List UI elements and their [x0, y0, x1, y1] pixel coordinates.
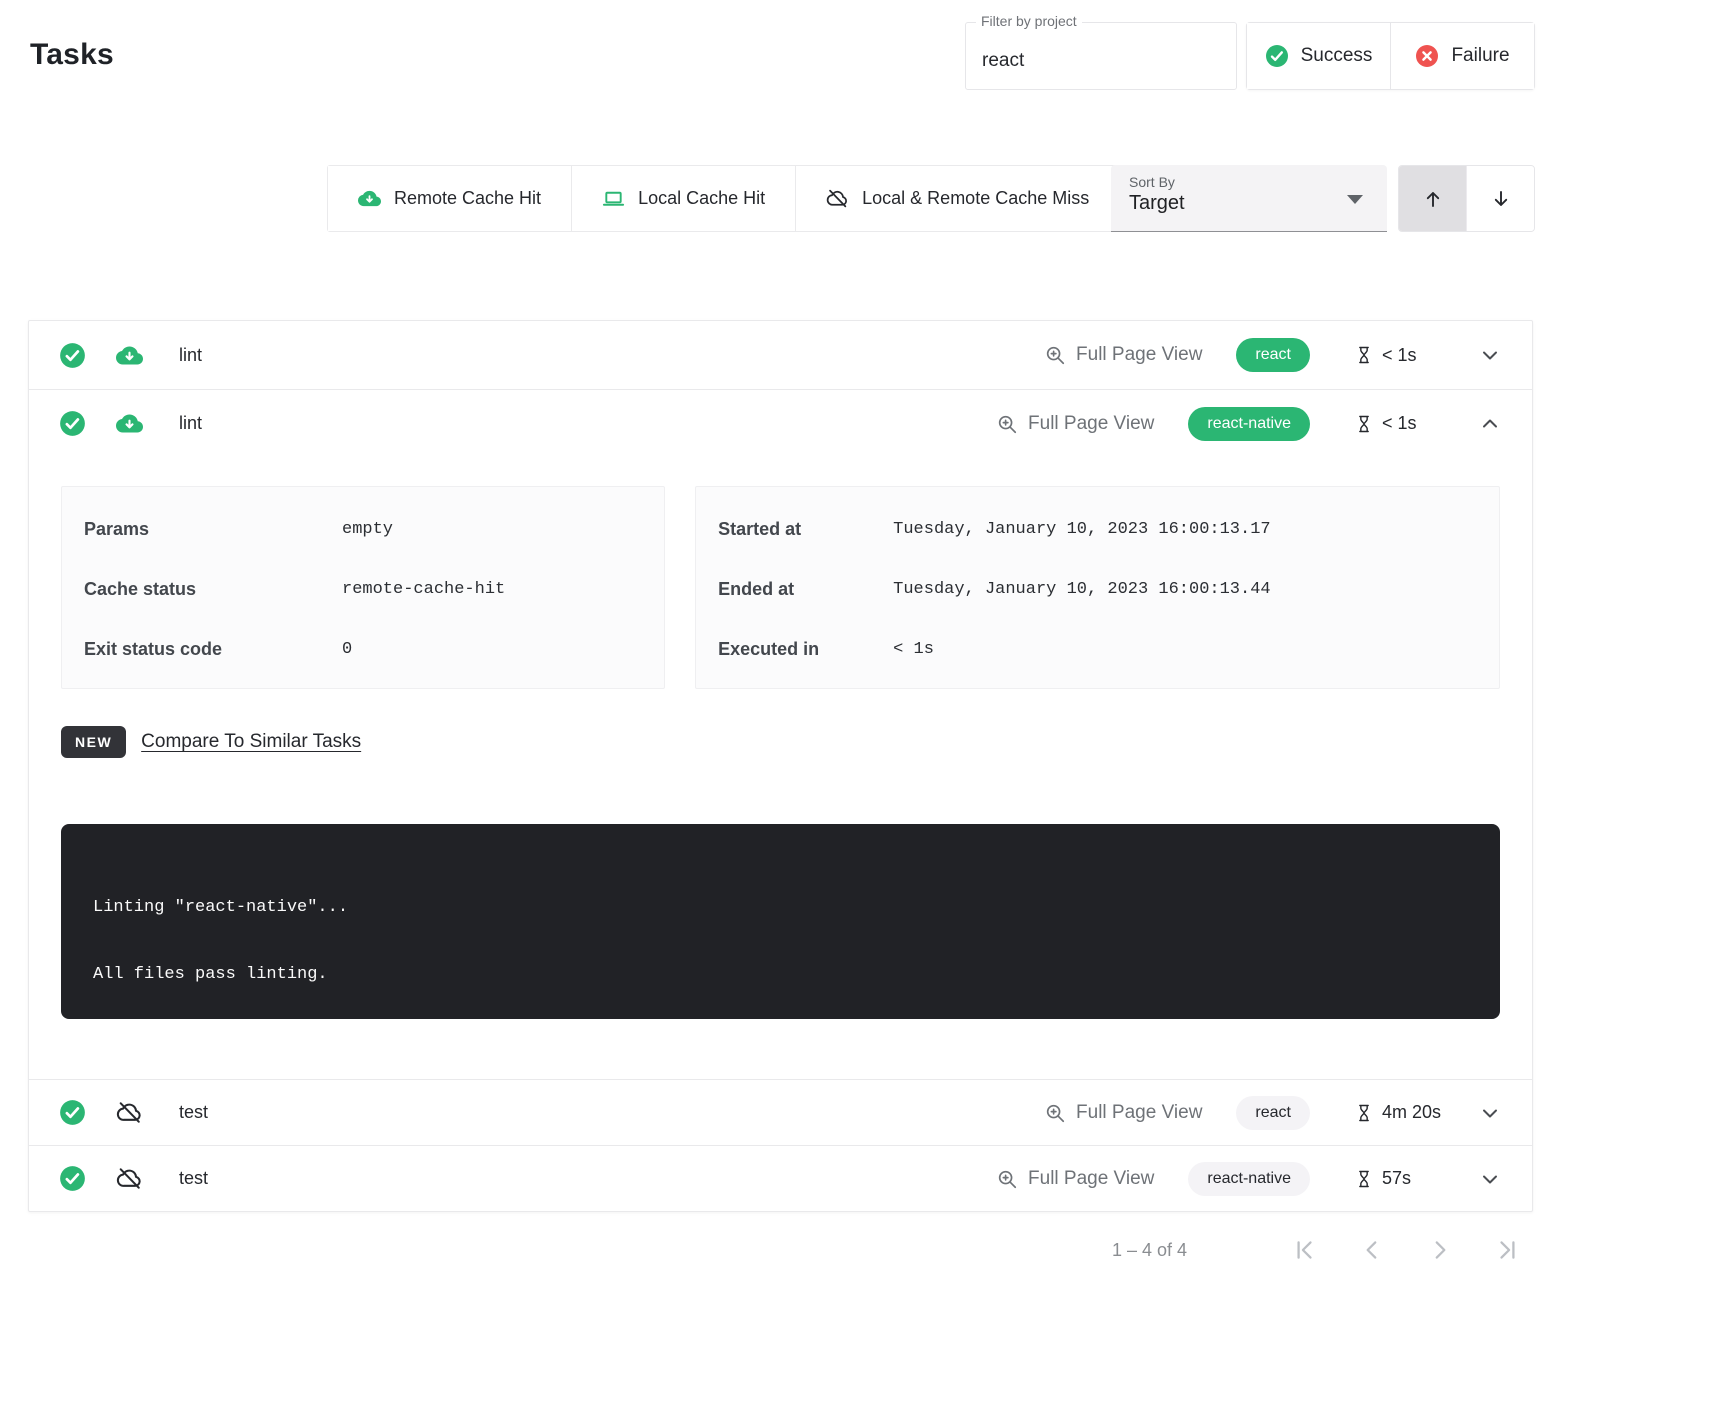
started-at-label: Started at	[718, 519, 893, 540]
local-cache-hit-label: Local Cache Hit	[638, 188, 765, 209]
failure-filter-label: Failure	[1451, 45, 1509, 67]
check-circle-icon	[59, 410, 86, 437]
full-page-view-link[interactable]: Full Page View	[996, 413, 1154, 435]
zoom-in-icon	[1044, 1102, 1066, 1124]
terminal-output: Linting "react-native"... All files pass…	[61, 824, 1500, 1019]
params-value: empty	[342, 520, 393, 539]
task-timing-panel: Started at Tuesday, January 10, 2023 16:…	[695, 486, 1500, 689]
success-filter-button[interactable]: Success	[1247, 23, 1390, 89]
cloud-slash-icon	[826, 187, 849, 210]
check-circle-icon	[59, 342, 86, 369]
compare-to-similar-tasks-link[interactable]: Compare To Similar Tasks	[141, 731, 361, 753]
task-row-lint-react-native[interactable]: lint Full Page View react-native < 1s	[29, 389, 1532, 457]
project-filter-input[interactable]	[966, 23, 1236, 89]
task-name: lint	[179, 413, 202, 434]
cloud-download-icon	[116, 410, 143, 437]
task-duration: 57s	[1354, 1168, 1464, 1189]
exit-status-code-label: Exit status code	[84, 639, 342, 660]
cache-status-label: Cache status	[84, 579, 342, 600]
laptop-icon	[602, 187, 625, 210]
prev-page-icon[interactable]	[1359, 1237, 1385, 1263]
check-circle-icon	[1265, 44, 1289, 68]
task-row-test-react[interactable]: test Full Page View react 4m 20s	[29, 1079, 1532, 1145]
arrow-down-icon	[1489, 187, 1513, 211]
cache-miss-label: Local & Remote Cache Miss	[862, 188, 1089, 209]
status-filter-group: Success Failure	[1246, 22, 1535, 90]
new-badge: NEW	[61, 726, 126, 758]
project-badge[interactable]: react-native	[1188, 1162, 1310, 1196]
pagination-range: 1 – 4 of 4	[1112, 1240, 1187, 1261]
chevron-down-icon[interactable]	[1478, 1101, 1502, 1125]
hourglass-icon	[1354, 1169, 1374, 1189]
remote-cache-hit-label: Remote Cache Hit	[394, 188, 541, 209]
sort-direction-group	[1398, 165, 1535, 232]
hourglass-icon	[1354, 414, 1374, 434]
zoom-in-icon	[1044, 344, 1066, 366]
arrow-up-icon	[1421, 187, 1445, 211]
chevron-down-icon[interactable]	[1478, 1167, 1502, 1191]
zoom-in-icon	[996, 413, 1018, 435]
executed-in-label: Executed in	[718, 639, 893, 660]
full-page-view-link[interactable]: Full Page View	[1044, 1102, 1202, 1124]
cloud-download-icon	[116, 342, 143, 369]
check-circle-icon	[59, 1165, 86, 1192]
cache-filter-group: Remote Cache Hit Local Cache Hit Local &…	[327, 165, 1120, 232]
sort-by-value: Target	[1129, 192, 1369, 215]
sort-by-select[interactable]: Sort By Target	[1111, 165, 1387, 232]
cloud-slash-icon	[116, 1165, 143, 1192]
chevron-down-icon[interactable]	[1478, 343, 1502, 367]
first-page-icon[interactable]	[1291, 1237, 1317, 1263]
params-label: Params	[84, 519, 342, 540]
hourglass-icon	[1354, 1103, 1374, 1123]
task-duration: < 1s	[1354, 413, 1464, 434]
project-badge[interactable]: react-native	[1188, 407, 1310, 441]
chevron-up-icon[interactable]	[1478, 412, 1502, 436]
ended-at-value: Tuesday, January 10, 2023 16:00:13.44	[893, 580, 1270, 599]
cache-status-value: remote-cache-hit	[342, 580, 505, 599]
sort-ascending-button[interactable]	[1399, 166, 1466, 231]
pagination: 1 – 4 of 4	[28, 1228, 1533, 1272]
zoom-in-icon	[996, 1168, 1018, 1190]
success-filter-label: Success	[1301, 45, 1373, 67]
task-params-panel: Params empty Cache status remote-cache-h…	[61, 486, 665, 689]
task-duration: < 1s	[1354, 345, 1464, 366]
page-title: Tasks	[30, 38, 114, 72]
task-name: test	[179, 1168, 208, 1189]
failure-filter-button[interactable]: Failure	[1390, 23, 1534, 89]
task-name: test	[179, 1102, 208, 1123]
hourglass-icon	[1354, 345, 1374, 365]
task-list-card: lint Full Page View react < 1s	[28, 320, 1533, 1212]
task-detail-section: Params empty Cache status remote-cache-h…	[29, 486, 1532, 1079]
task-duration: 4m 20s	[1354, 1102, 1464, 1123]
cloud-download-icon	[358, 187, 381, 210]
project-badge[interactable]: react	[1236, 338, 1310, 372]
task-row-lint-react[interactable]: lint Full Page View react < 1s	[29, 321, 1532, 389]
ended-at-label: Ended at	[718, 579, 893, 600]
terminal-line: All files pass linting.	[93, 965, 1468, 984]
sort-by-label: Sort By	[1129, 174, 1369, 190]
executed-in-value: < 1s	[893, 640, 934, 659]
exit-status-code-value: 0	[342, 640, 352, 659]
task-row-test-react-native[interactable]: test Full Page View react-native 57s	[29, 1145, 1532, 1211]
full-page-view-link[interactable]: Full Page View	[1044, 344, 1202, 366]
task-name: lint	[179, 345, 202, 366]
cache-miss-button[interactable]: Local & Remote Cache Miss	[795, 166, 1119, 231]
next-page-icon[interactable]	[1427, 1237, 1453, 1263]
check-circle-icon	[59, 1099, 86, 1126]
project-filter-field[interactable]: Filter by project	[965, 22, 1237, 90]
sort-descending-button[interactable]	[1466, 166, 1534, 231]
x-circle-icon	[1415, 44, 1439, 68]
terminal-line: Linting "react-native"...	[93, 898, 1468, 917]
project-badge[interactable]: react	[1236, 1096, 1310, 1130]
last-page-icon[interactable]	[1495, 1237, 1521, 1263]
started-at-value: Tuesday, January 10, 2023 16:00:13.17	[893, 520, 1270, 539]
project-filter-label: Filter by project	[976, 13, 1082, 29]
cloud-slash-icon	[116, 1099, 143, 1126]
chevron-down-icon	[1347, 195, 1363, 204]
remote-cache-hit-button[interactable]: Remote Cache Hit	[328, 166, 571, 231]
full-page-view-link[interactable]: Full Page View	[996, 1168, 1154, 1190]
local-cache-hit-button[interactable]: Local Cache Hit	[571, 166, 795, 231]
